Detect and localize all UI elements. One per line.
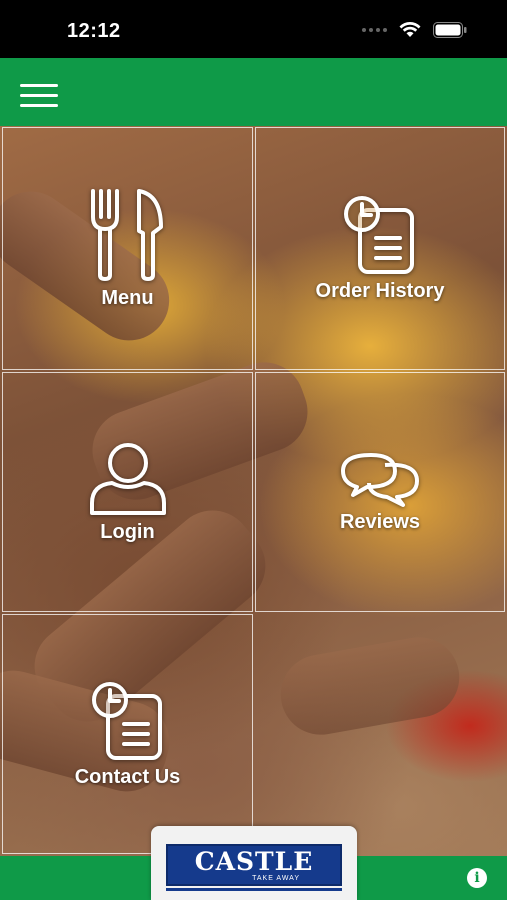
chat-bubbles-icon [341,452,419,507]
clock-document-icon [344,196,414,274]
tile-label: Menu [101,287,154,309]
castle-logo: CASTLE TAKE AWAY [166,844,342,886]
logo-subtext: TAKE AWAY [252,874,300,882]
fork-knife-icon [90,189,163,281]
tile-label: Reviews [339,510,421,533]
hero-background: Menu Order History Login Reviews Contact… [0,126,507,856]
tile-label: Contact Us [74,765,181,788]
tile-contact-us[interactable]: Contact Us [2,614,253,854]
wifi-icon [399,22,421,37]
status-time: 12:12 [67,20,121,42]
app-header [0,58,507,126]
logo-card: CASTLE TAKE AWAY [151,826,357,900]
user-icon [89,442,166,515]
tile-label: Order History [315,280,445,302]
tile-reviews[interactable]: Reviews [255,372,505,612]
tile-order-history[interactable]: Order History [255,127,505,370]
status-icons [362,22,467,38]
status-bar: 12:12 [0,0,507,58]
hamburger-icon[interactable] [20,84,58,108]
cellular-signal-icon [362,28,387,32]
tile-label: Login [100,520,155,543]
clock-document-icon [91,681,162,760]
info-icon[interactable]: i [467,868,487,888]
tile-menu[interactable]: Menu [2,127,253,370]
battery-icon [433,22,467,38]
tile-login[interactable]: Login [2,372,253,612]
logo-underline [166,888,342,891]
menu-grid: Menu Order History Login Reviews Contact… [0,126,507,856]
logo-text: CASTLE [194,846,314,876]
